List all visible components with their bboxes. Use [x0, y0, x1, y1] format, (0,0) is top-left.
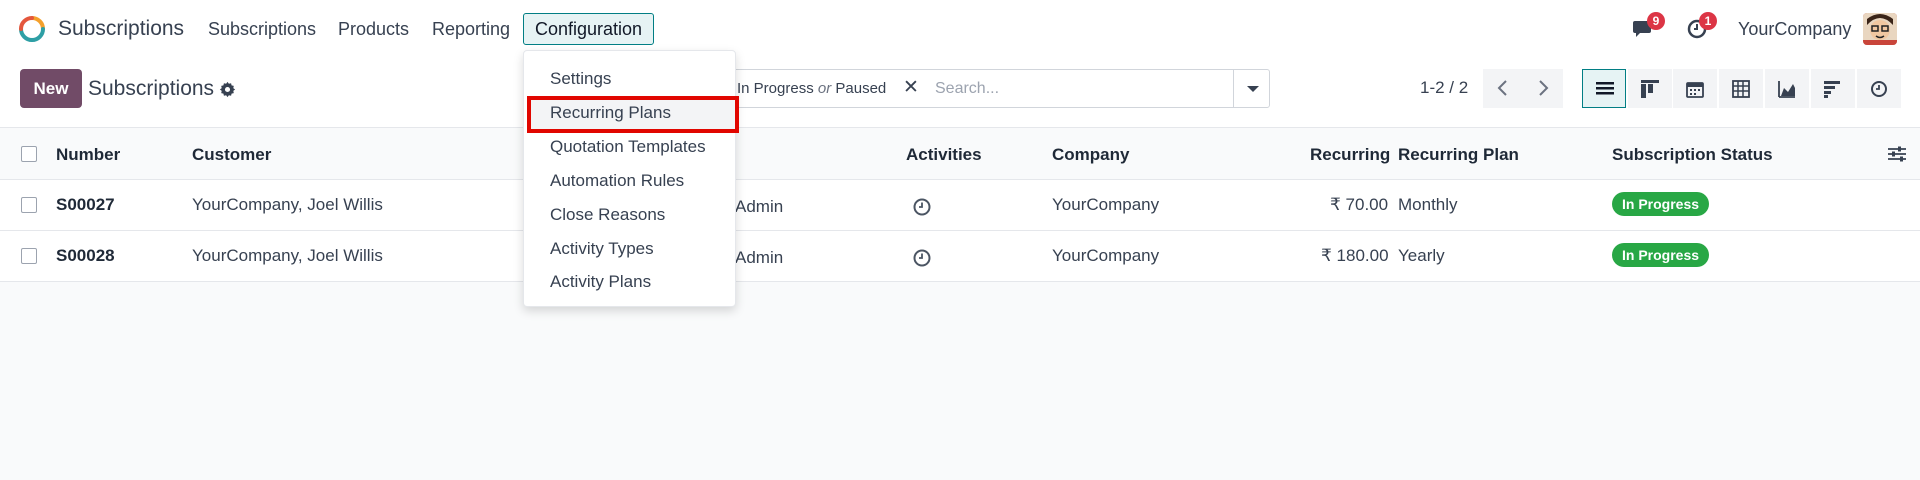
menu-item-quotation-templates[interactable]: Quotation Templates [550, 137, 706, 157]
pager-value[interactable]: 1-2 / 2 [1420, 78, 1468, 98]
status-badge: In Progress [1612, 243, 1710, 267]
filter-facet: In Progress or Paused [737, 80, 886, 97]
cell-company: YourCompany [1052, 246, 1160, 265]
menu-item-activity-plans[interactable]: Activity Plans [550, 272, 651, 292]
pager-previous-button[interactable] [1483, 69, 1523, 108]
app-name[interactable]: Subscriptions [58, 17, 184, 41]
nav-products[interactable]: Products [338, 19, 409, 40]
page-title: Subscriptions [88, 77, 215, 100]
view-pivot-button[interactable] [1719, 69, 1763, 108]
table-row[interactable]: S00028 YourCompany, Joel Willis Admin Yo… [0, 231, 1920, 282]
activity-clock-icon[interactable] [912, 248, 932, 268]
cell-customer: YourCompany, Joel Willis [192, 246, 383, 265]
cell-recurring: ₹ 180.00 [1321, 246, 1389, 265]
optional-columns-icon[interactable] [1887, 144, 1907, 164]
facet-in-progress: In Progress [737, 80, 814, 97]
nav-reporting[interactable]: Reporting [432, 19, 510, 40]
header-number[interactable]: Number [56, 145, 120, 165]
gantt-view-icon [1824, 81, 1840, 98]
cell-recurring: ₹ 70.00 [1330, 195, 1389, 214]
configuration-dropdown: Settings Recurring Plans Quotation Templ… [523, 50, 739, 307]
cell-number: S00028 [56, 246, 115, 265]
header-company[interactable]: Company [1052, 145, 1129, 165]
app-logo-icon[interactable] [18, 15, 46, 43]
menu-item-automation-rules[interactable]: Automation Rules [550, 171, 684, 191]
view-gantt-button[interactable] [1811, 69, 1855, 108]
view-kanban-button[interactable] [1628, 69, 1672, 108]
chevron-right-icon [1539, 80, 1549, 96]
nav-subscriptions[interactable]: Subscriptions [208, 19, 316, 40]
table-row[interactable]: S00027 YourCompany, Joel Willis Admin Yo… [0, 180, 1920, 231]
select-all-checkbox[interactable] [21, 146, 37, 162]
cell-salesperson: Admin [735, 248, 784, 267]
view-calendar-button[interactable] [1673, 69, 1717, 108]
subscriptions-table: Number Customer Activities Company Recur… [0, 128, 1920, 282]
row-checkbox[interactable] [21, 248, 37, 264]
gear-icon[interactable] [219, 81, 236, 98]
view-graph-button[interactable] [1765, 69, 1809, 108]
facet-or: or [817, 80, 832, 97]
view-activity-button[interactable] [1857, 69, 1901, 108]
calendar-view-icon [1686, 82, 1704, 98]
user-avatar[interactable] [1863, 13, 1897, 45]
menu-item-activity-types[interactable]: Activity Types [550, 239, 654, 259]
nav-configuration[interactable]: Configuration [523, 13, 654, 45]
header-recurring[interactable]: Recurring [1310, 145, 1390, 165]
header-recurring-plan[interactable]: Recurring Plan [1398, 145, 1519, 165]
top-navbar: Subscriptions Subscriptions Products Rep… [0, 0, 1920, 58]
cell-salesperson: Admin [735, 197, 784, 216]
header-customer[interactable]: Customer [192, 145, 271, 165]
kanban-view-icon [1641, 80, 1659, 98]
company-switcher[interactable]: YourCompany [1738, 19, 1851, 40]
remove-facet-icon[interactable]: ✕ [903, 76, 919, 99]
messages-badge: 9 [1647, 12, 1665, 30]
chevron-left-icon [1497, 80, 1507, 96]
activity-clock-icon [1871, 81, 1887, 97]
new-button[interactable]: New [20, 69, 82, 108]
control-panel: New Subscriptions In Progress or Paused … [0, 58, 1920, 128]
search-options-toggle[interactable] [1233, 70, 1269, 107]
search-bar: In Progress or Paused ✕ [700, 69, 1270, 108]
menu-item-recurring-plans[interactable]: Recurring Plans [550, 103, 671, 123]
row-checkbox[interactable] [21, 197, 37, 213]
cell-recurring-plan: Monthly [1398, 195, 1458, 214]
cell-recurring-plan: Yearly [1398, 246, 1445, 265]
cell-number: S00027 [56, 195, 115, 214]
area-chart-icon [1778, 81, 1795, 98]
table-header: Number Customer Activities Company Recur… [0, 128, 1920, 180]
search-input[interactable] [935, 75, 1225, 103]
activity-clock-icon[interactable] [912, 197, 932, 217]
menu-item-close-reasons[interactable]: Close Reasons [550, 205, 665, 225]
list-view-icon [1596, 82, 1614, 95]
pivot-view-icon [1732, 80, 1750, 98]
facet-paused: Paused [835, 80, 887, 97]
cell-company: YourCompany [1052, 195, 1160, 214]
header-activities[interactable]: Activities [906, 145, 982, 165]
pager-next-button[interactable] [1523, 69, 1563, 108]
cell-customer: YourCompany, Joel Willis [192, 195, 383, 214]
view-list-button[interactable] [1582, 69, 1626, 108]
status-badge: In Progress [1612, 192, 1710, 216]
activities-badge: 1 [1699, 12, 1717, 30]
menu-item-settings[interactable]: Settings [550, 69, 611, 89]
header-subscription-status[interactable]: Subscription Status [1612, 145, 1773, 165]
